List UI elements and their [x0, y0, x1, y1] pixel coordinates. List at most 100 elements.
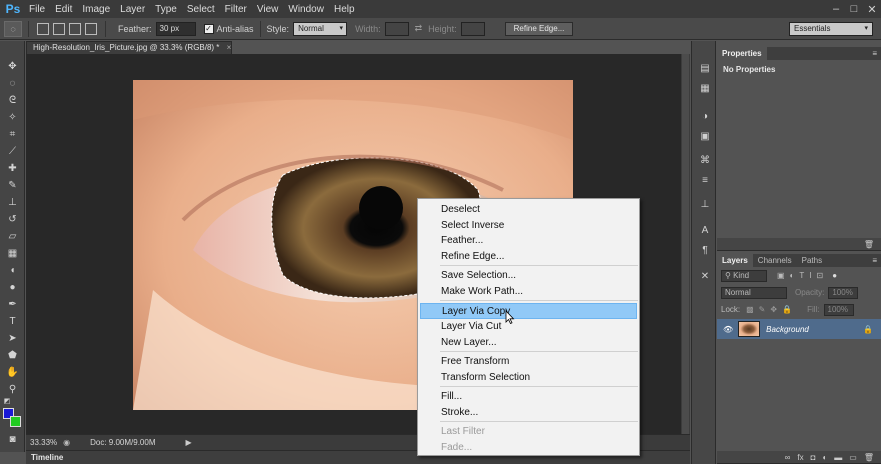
document-tab[interactable]: High-Resolution_Iris_Picture.jpg @ 33.3%…: [26, 41, 232, 54]
width-input[interactable]: [384, 21, 409, 36]
history-panel-icon[interactable]: ▤: [698, 61, 712, 75]
tab-properties[interactable]: Properties: [717, 47, 767, 60]
character-panel-icon[interactable]: A: [698, 223, 712, 237]
delete-layer-icon[interactable]: 🗑: [864, 453, 874, 462]
panel-menu-icon[interactable]: ≡: [872, 49, 877, 58]
menu-file[interactable]: File: [24, 4, 50, 15]
layer-row-background[interactable]: 👁 Background 🔒: [717, 319, 881, 339]
move-tool-icon[interactable]: ✥: [5, 59, 20, 74]
clone-source-icon[interactable]: ⊥: [698, 197, 712, 211]
close-tab-icon[interactable]: ×: [227, 43, 231, 52]
dodge-tool-icon[interactable]: ●: [5, 280, 20, 295]
menu-filter[interactable]: Filter: [220, 4, 252, 15]
canvas-vertical-scrollbar[interactable]: [681, 54, 690, 434]
scrollbar-thumb[interactable]: [682, 54, 689, 434]
menu-image[interactable]: Image: [77, 4, 115, 15]
elliptical-marquee-tool-icon[interactable]: ◌: [5, 76, 20, 91]
shape-tool-icon[interactable]: ⬟: [5, 348, 20, 363]
tab-layers[interactable]: Layers: [717, 254, 753, 267]
menu-select[interactable]: Select: [182, 4, 220, 15]
menu-layer[interactable]: Layer: [115, 4, 150, 15]
menu-item-fill[interactable]: Fill...: [420, 389, 637, 405]
filter-type-icons[interactable]: ▣◐TI⊡: [777, 271, 828, 280]
history-brush-tool-icon[interactable]: ↺: [5, 212, 20, 227]
layer-mask-icon[interactable]: ◘: [811, 453, 816, 462]
tab-channels[interactable]: Channels: [753, 254, 797, 267]
antialias-checkbox[interactable]: ✓: [203, 23, 214, 34]
menu-item-select-inverse[interactable]: Select Inverse: [420, 218, 637, 234]
filter-toggle-icon[interactable]: ●: [832, 271, 837, 280]
blur-tool-icon[interactable]: ◖: [5, 263, 20, 278]
gradient-tool-icon[interactable]: ▦: [5, 246, 20, 261]
layer-name[interactable]: Background: [766, 325, 809, 334]
close-window-icon[interactable]: ✕: [863, 0, 881, 18]
swatches-panel-icon[interactable]: ▦: [698, 81, 712, 95]
adjustment-layer-icon[interactable]: ◐: [822, 453, 827, 462]
magic-wand-tool-icon[interactable]: ✧: [5, 110, 20, 125]
zoom-tool-icon[interactable]: ⚲: [5, 382, 20, 397]
adjustments-panel-icon[interactable]: ◑: [698, 109, 712, 123]
pen-tool-icon[interactable]: ✒: [5, 297, 20, 312]
eraser-tool-icon[interactable]: ▱: [5, 229, 20, 244]
menu-window[interactable]: Window: [283, 4, 329, 15]
lock-icons[interactable]: ▩✎✥🔒: [746, 305, 797, 314]
menu-type[interactable]: Type: [150, 4, 182, 15]
menu-item-feather[interactable]: Feather...: [420, 233, 637, 249]
opacity-input[interactable]: 100%: [828, 286, 859, 299]
panel-menu-icon[interactable]: ≡: [872, 256, 877, 265]
background-color-swatch[interactable]: [10, 416, 21, 427]
layer-style-icon[interactable]: fx: [797, 453, 803, 462]
menu-help[interactable]: Help: [329, 4, 360, 15]
swap-dimensions-icon[interactable]: ⇄: [415, 23, 423, 34]
default-colors-icon[interactable]: ◩: [2, 396, 12, 406]
feather-input[interactable]: 30 px: [155, 21, 196, 36]
clone-stamp-tool-icon[interactable]: ⊥: [5, 195, 20, 210]
menu-item-refine-edge[interactable]: Refine Edge...: [420, 249, 637, 265]
menu-item-layer-via-cut[interactable]: Layer Via Cut: [420, 319, 637, 335]
type-tool-icon[interactable]: T: [5, 314, 20, 329]
blend-mode-select[interactable]: Normal: [721, 286, 787, 299]
path-selection-tool-icon[interactable]: ➤: [5, 331, 20, 346]
brush-panel-icon[interactable]: ⌘: [698, 153, 712, 167]
menu-item-make-work-path[interactable]: Make Work Path...: [420, 284, 637, 300]
minimize-icon[interactable]: –: [827, 0, 845, 18]
brush-presets-icon[interactable]: ≡: [698, 173, 712, 187]
menu-view[interactable]: View: [252, 4, 284, 15]
brush-tool-icon[interactable]: ✎: [5, 178, 20, 193]
export-icon[interactable]: ◉: [63, 438, 70, 447]
height-input[interactable]: [460, 21, 485, 36]
workspace-select[interactable]: Essentials ▾: [789, 22, 873, 36]
new-group-icon[interactable]: ▬: [834, 453, 842, 462]
styles-panel-icon[interactable]: ▣: [698, 129, 712, 143]
kind-filter-select[interactable]: ⚲ Kind: [721, 269, 767, 282]
tab-paths[interactable]: Paths: [797, 254, 827, 267]
visibility-eye-icon[interactable]: 👁: [723, 325, 733, 334]
elliptical-marquee-tool-preset-icon[interactable]: ◌: [4, 20, 22, 37]
menu-edit[interactable]: Edit: [50, 4, 77, 15]
subtract-from-selection-icon[interactable]: [69, 22, 81, 35]
maximize-icon[interactable]: □: [845, 0, 863, 18]
paragraph-panel-icon[interactable]: ¶: [698, 243, 712, 257]
menu-item-new-layer[interactable]: New Layer...: [420, 335, 637, 351]
style-select[interactable]: Normal ▾: [293, 21, 348, 36]
tool-presets-icon[interactable]: ✕: [698, 269, 712, 283]
menu-item-free-transform[interactable]: Free Transform: [420, 354, 637, 370]
menu-item-deselect[interactable]: Deselect: [420, 202, 637, 218]
refine-edge-button[interactable]: Refine Edge...: [504, 21, 574, 36]
lasso-tool-icon[interactable]: ᘓ: [5, 93, 20, 108]
crop-tool-icon[interactable]: ⌗: [5, 127, 20, 142]
menu-item-stroke[interactable]: Stroke...: [420, 405, 637, 421]
eyedropper-tool-icon[interactable]: ⟋: [5, 144, 20, 159]
add-to-selection-icon[interactable]: [53, 22, 65, 35]
new-layer-icon[interactable]: ▭: [849, 453, 857, 462]
fill-input[interactable]: 100%: [823, 303, 854, 316]
status-menu-arrow-icon[interactable]: ▶: [186, 438, 192, 447]
hand-tool-icon[interactable]: ✋: [5, 365, 20, 380]
link-layers-icon[interactable]: ∞: [785, 453, 791, 462]
menu-item-layer-via-copy[interactable]: Layer Via Copy: [420, 303, 637, 319]
quick-mask-icon[interactable]: ◙: [5, 432, 20, 447]
intersect-selection-icon[interactable]: [85, 22, 97, 35]
new-selection-icon[interactable]: [37, 22, 49, 35]
trash-icon[interactable]: 🗑: [864, 240, 874, 249]
menu-item-save-selection[interactable]: Save Selection...: [420, 268, 637, 284]
